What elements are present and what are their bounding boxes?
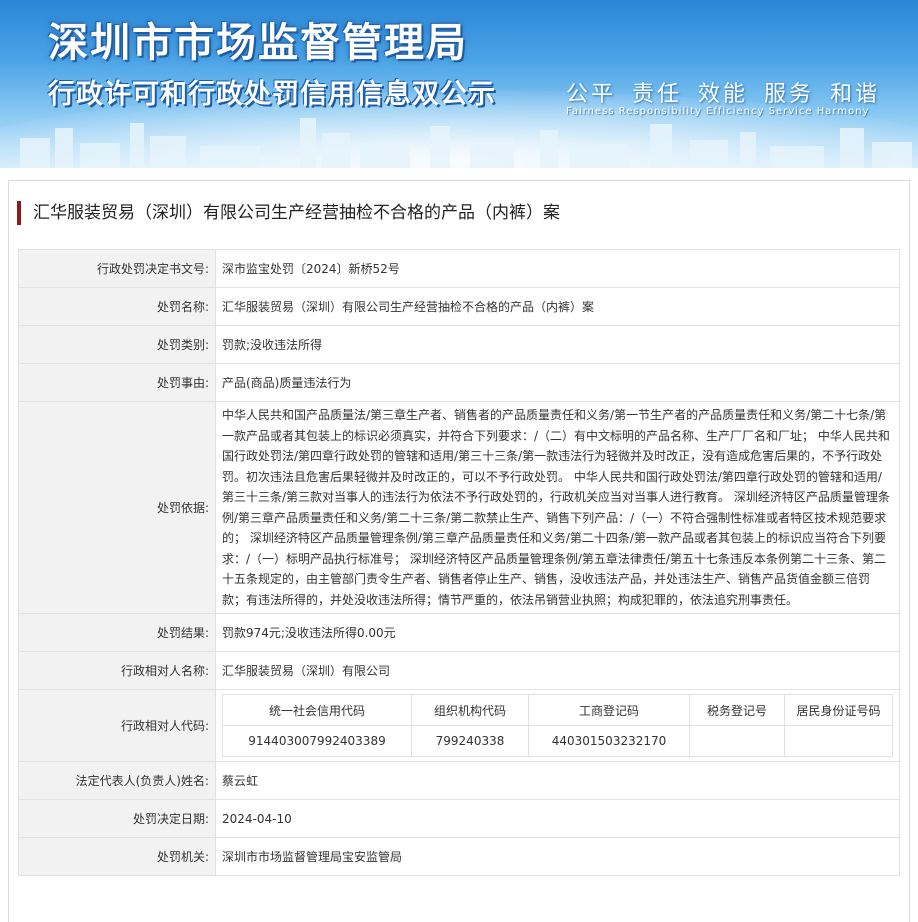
row-legal-rep: 法定代表人(负责人)姓名: 蔡云虹: [18, 761, 900, 800]
label-penalty-name: 处罚名称:: [18, 287, 216, 326]
label-authority: 处罚机关:: [18, 837, 216, 876]
value-penalty-basis: 中华人民共和国产品质量法/第三章生产者、销售者的产品质量责任和义务/第一节生产者…: [215, 401, 900, 614]
row-penalty-category: 处罚类别: 罚款;没收违法所得: [18, 325, 900, 364]
label-decision-date: 处罚决定日期:: [18, 799, 216, 838]
label-party-code: 行政相对人代码:: [18, 689, 216, 762]
label-legal-rep: 法定代表人(负责人)姓名:: [18, 761, 216, 800]
header-banner: 深圳市市场监督管理局 行政许可和行政处罚信用信息双公示 公平 责任 效能 服务 …: [0, 0, 918, 168]
value-penalty-name: 汇华服装贸易（深圳）有限公司生产经营抽检不合格的产品（内裤）案: [215, 287, 900, 326]
value-credit-code: 914403007992403389: [222, 725, 412, 757]
party-code-cell: 统一社会信用代码 组织机构代码 工商登记码 税务登记号 居民身份证号码 9144…: [215, 689, 900, 762]
label-penalty-reason: 处罚事由:: [18, 363, 216, 402]
value-tax-reg-no: [689, 725, 785, 757]
slogan: 公平 责任 效能 服务 和谐: [566, 82, 880, 107]
party-code-value-row: 914403007992403389 799240338 44030150323…: [222, 725, 893, 757]
value-penalty-category: 罚款;没收违法所得: [215, 325, 900, 364]
case-detail-panel: 汇华服装贸易（深圳）有限公司生产经营抽检不合格的产品（内裤）案 行政处罚决定书文…: [8, 180, 910, 922]
case-info-table: 行政处罚决定书文号: 深市监宝处罚〔2024〕新桥52号 处罚名称: 汇华服装贸…: [18, 249, 900, 876]
party-code-table: 统一社会信用代码 组织机构代码 工商登记码 税务登记号 居民身份证号码 9144…: [222, 694, 893, 757]
label-party-name: 行政相对人名称:: [18, 651, 216, 690]
site-subtitle: 行政许可和行政处罚信用信息双公示: [48, 79, 496, 110]
label-penalty-result: 处罚结果:: [18, 613, 216, 652]
value-party-name: 汇华服装贸易（深圳）有限公司: [215, 651, 900, 690]
value-org-code: 799240338: [411, 725, 529, 757]
row-authority: 处罚机关: 深圳市市场监督管理局宝安监管局: [18, 837, 900, 876]
row-penalty-reason: 处罚事由: 产品(商品)质量违法行为: [18, 363, 900, 402]
value-decision-no: 深市监宝处罚〔2024〕新桥52号: [215, 249, 900, 288]
header-credit-code: 统一社会信用代码: [222, 694, 412, 726]
row-penalty-result: 处罚结果: 罚款974元;没收违法所得0.00元: [18, 613, 900, 652]
label-penalty-category: 处罚类别:: [18, 325, 216, 364]
site-title: 深圳市市场监督管理局: [48, 20, 468, 66]
value-penalty-reason: 产品(商品)质量违法行为: [215, 363, 900, 402]
header-org-code: 组织机构代码: [411, 694, 529, 726]
value-business-reg-code: 440301503232170: [528, 725, 690, 757]
row-decision-date: 处罚决定日期: 2024-04-10: [18, 799, 900, 838]
slogan-english: Fairness Responsibility Efficiency Servi…: [566, 106, 870, 117]
value-authority: 深圳市市场监督管理局宝安监管局: [215, 837, 900, 876]
label-penalty-basis: 处罚依据:: [18, 401, 216, 614]
value-legal-rep: 蔡云虹: [215, 761, 900, 800]
case-title: 汇华服装贸易（深圳）有限公司生产经营抽检不合格的产品（内裤）案: [17, 201, 560, 225]
row-decision-no: 行政处罚决定书文号: 深市监宝处罚〔2024〕新桥52号: [18, 249, 900, 288]
header-business-reg-code: 工商登记码: [528, 694, 690, 726]
header-tax-reg-no: 税务登记号: [689, 694, 785, 726]
row-penalty-name: 处罚名称: 汇华服装贸易（深圳）有限公司生产经营抽检不合格的产品（内裤）案: [18, 287, 900, 326]
row-party-name: 行政相对人名称: 汇华服装贸易（深圳）有限公司: [18, 651, 900, 690]
header-id-card-no: 居民身份证号码: [784, 694, 893, 726]
row-penalty-basis: 处罚依据: 中华人民共和国产品质量法/第三章生产者、销售者的产品质量责任和义务/…: [18, 401, 900, 614]
party-code-header-row: 统一社会信用代码 组织机构代码 工商登记码 税务登记号 居民身份证号码: [222, 694, 893, 726]
label-decision-no: 行政处罚决定书文号:: [18, 249, 216, 288]
value-penalty-result: 罚款974元;没收违法所得0.00元: [215, 613, 900, 652]
row-party-code: 行政相对人代码: 统一社会信用代码 组织机构代码 工商登记码 税务登记号 居民身…: [18, 689, 900, 762]
value-id-card-no: [784, 725, 893, 757]
value-decision-date: 2024-04-10: [215, 799, 900, 838]
